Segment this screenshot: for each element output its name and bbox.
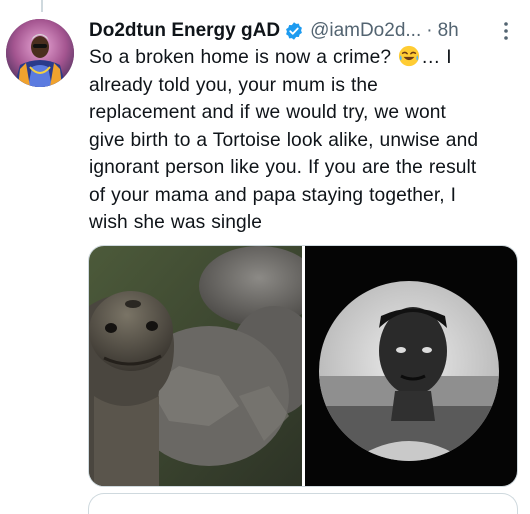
thread-connector-line bbox=[41, 0, 43, 12]
next-card-edge bbox=[88, 493, 518, 514]
tweet-line: give birth to a Tortoise look alike, unw… bbox=[89, 129, 479, 151]
avatar[interactable] bbox=[6, 19, 74, 87]
tweet-line: wish she was single bbox=[89, 212, 262, 233]
tweet-text: So a broken home is now a crime? … I alr… bbox=[89, 44, 519, 237]
tweet-line: ignorant person like you. If you are the… bbox=[89, 157, 477, 178]
tweet-header: Do2dtun Energy gAD @iamDo2d... · 8h bbox=[89, 16, 522, 46]
face-with-tears-of-joy-emoji-icon bbox=[398, 45, 420, 67]
display-name[interactable]: Do2dtun Energy gAD bbox=[89, 18, 280, 44]
user-handle[interactable]: @iamDo2d... bbox=[310, 18, 421, 44]
timestamp[interactable]: 8h bbox=[438, 18, 459, 44]
profile-photo[interactable] bbox=[305, 246, 517, 486]
tweet-line: replacement and if we would try, we wont bbox=[89, 102, 446, 123]
tweet-line: already told you, your mum is the bbox=[89, 74, 378, 96]
verified-badge-icon bbox=[284, 21, 304, 41]
more-options-icon[interactable] bbox=[504, 22, 508, 40]
separator-dot: · bbox=[426, 20, 433, 41]
tortoise-photo[interactable] bbox=[89, 246, 302, 486]
tweet-media[interactable] bbox=[88, 245, 518, 487]
tweet-line: of your mama and papa staying together, … bbox=[89, 184, 457, 206]
tweet-line: So a broken home is now a crime? … I bbox=[89, 45, 452, 68]
